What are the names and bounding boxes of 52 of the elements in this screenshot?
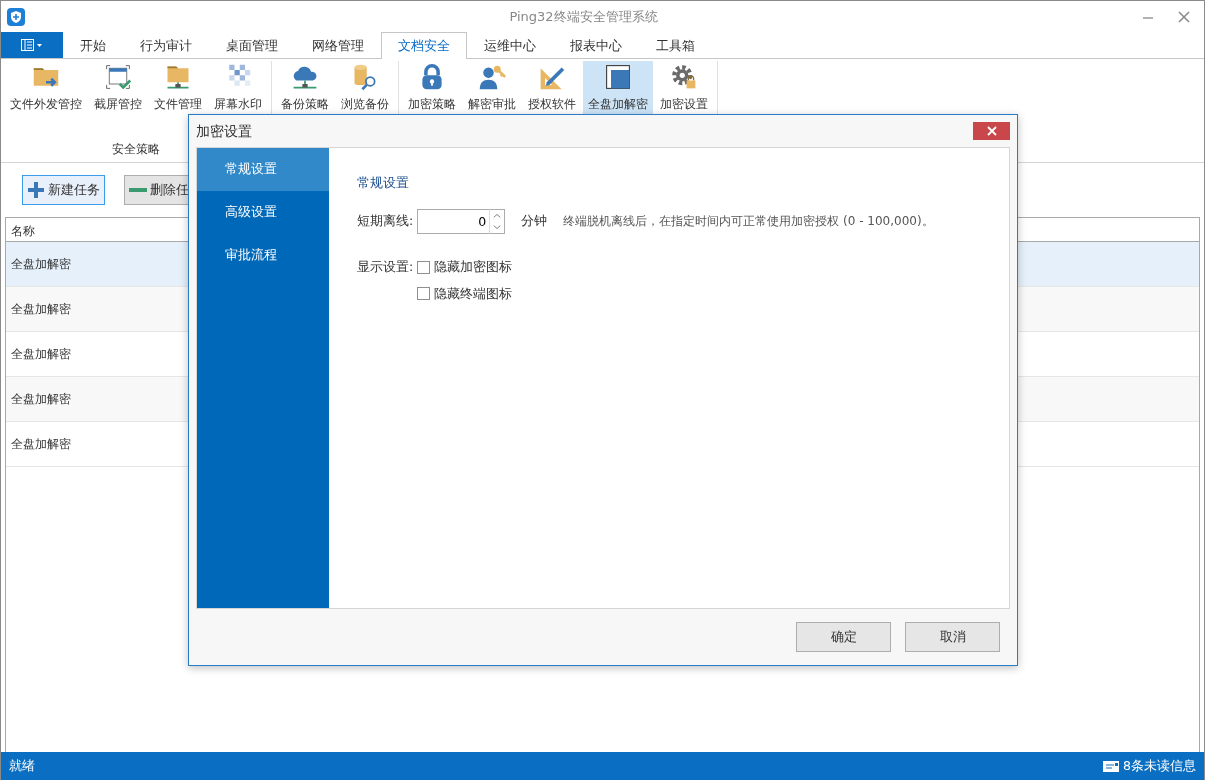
sidebar-item[interactable]: 审批流程 [197, 234, 329, 277]
ribbon-button[interactable]: 加密策略 [403, 61, 461, 115]
dialog-button[interactable]: 取消 [905, 622, 1000, 652]
section-title: 常规设置 [357, 174, 410, 192]
field-label: 短期离线: [357, 211, 414, 230]
ribbon-button[interactable]: 全盘加解密 [583, 61, 653, 115]
ribbon-button[interactable]: 文件管理 [149, 61, 207, 115]
ribbon-tab[interactable]: 运维中心 [467, 32, 553, 59]
close-icon[interactable] [1178, 10, 1190, 23]
ribbon-tab[interactable]: 桌面管理 [209, 32, 295, 59]
ribbon-group-label: 安全策略 [111, 141, 161, 158]
table-cell-text: 全盘加解密 [11, 436, 71, 453]
sidebar-item[interactable]: 常规设置 [197, 148, 329, 191]
ribbon-button[interactable]: 截屏管控 [89, 61, 147, 115]
hint-text: 终端脱机离线后，在指定时间内可正常使用加密授权 (0 - 100,000)。 [563, 213, 934, 231]
dialog-button[interactable]: 确定 [796, 622, 891, 652]
message-icon[interactable] [1103, 760, 1120, 772]
field-label: 显示设置: [357, 257, 414, 276]
dialog-title: 加密设置 [196, 121, 252, 141]
unread-messages-link[interactable]: 8条未读信息 [1123, 756, 1196, 776]
close-button[interactable] [973, 122, 1010, 140]
unit-label: 分钟 [521, 211, 548, 230]
ribbon-tab[interactable]: 工具箱 [639, 32, 712, 59]
ribbon-button[interactable]: 屏幕水印 [209, 61, 267, 115]
table-cell-text: 全盘加解密 [11, 391, 71, 408]
status-text: 就绪 [9, 756, 35, 775]
app-menu-button[interactable] [1, 32, 63, 58]
column-header[interactable]: 名称 [11, 224, 35, 238]
table-cell-text: 全盘加解密 [11, 346, 71, 363]
ribbon-tab[interactable]: 文档安全 [381, 32, 467, 59]
ribbon-tab[interactable]: 行为审计 [123, 32, 209, 59]
checkbox-label: 隐藏加密图标 [434, 257, 513, 276]
number-field[interactable]: 0 [417, 208, 490, 234]
checkbox[interactable] [417, 260, 431, 274]
window-title: Ping32终端安全管理系统 [508, 7, 659, 26]
sidebar-item[interactable]: 高级设置 [197, 191, 329, 234]
menu-icon [21, 39, 43, 51]
ribbon-tab[interactable]: 开始 [63, 32, 123, 59]
ribbon-tab[interactable]: 报表中心 [553, 32, 639, 59]
checkbox[interactable] [417, 287, 431, 301]
ribbon-button[interactable]: 备份策略 [276, 61, 334, 115]
toolbar-button[interactable]: 新建任务 [22, 175, 105, 205]
minus-icon [129, 188, 147, 192]
ribbon-tab[interactable]: 网络管理 [295, 32, 381, 59]
ribbon-button[interactable]: 文件外发管控 [5, 61, 87, 115]
plus-icon [27, 181, 45, 199]
ribbon-button[interactable]: 解密审批 [463, 61, 521, 115]
checkbox-label: 隐藏终端图标 [434, 284, 513, 303]
table-cell-text: 全盘加解密 [11, 301, 71, 318]
app-logo-icon [7, 7, 25, 26]
table-cell-text: 全盘加解密 [11, 256, 71, 273]
close-icon [986, 126, 997, 136]
